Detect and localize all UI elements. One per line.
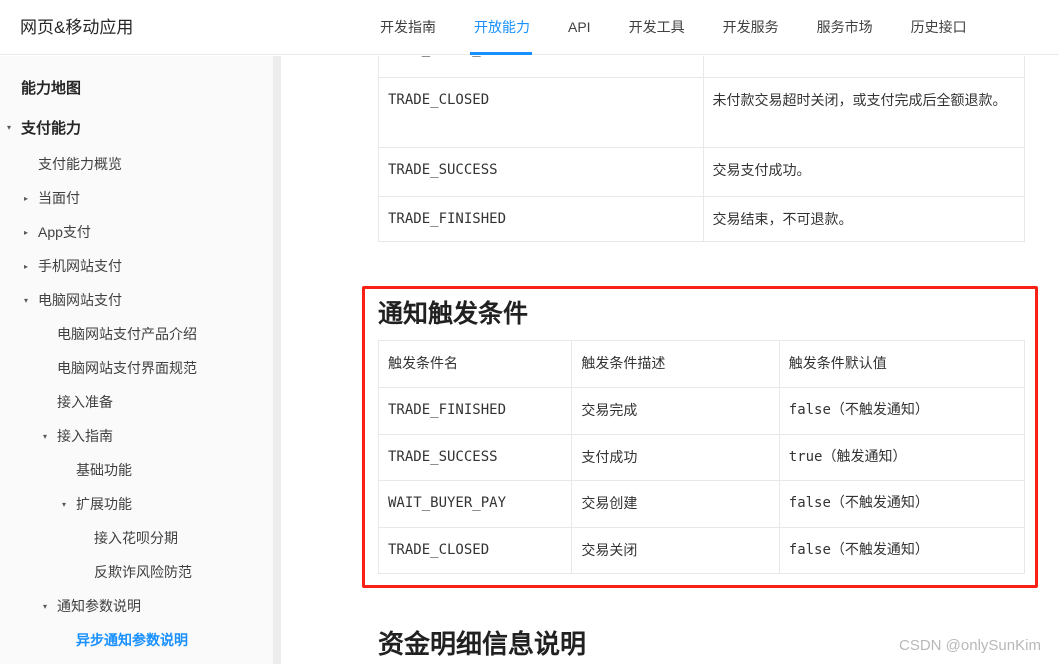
sidebar-scrollbar[interactable] <box>273 56 281 664</box>
trigger-default-cell: false（不触发通知） <box>788 402 929 418</box>
notify-trigger-table: 触发条件名 触发条件描述 触发条件默认值 TRADE_FINISHED 交易完成… <box>378 340 1025 574</box>
sidebar-item-access-guide[interactable]: ▾ 接入指南 <box>0 419 273 453</box>
trade-status-table: WAIT_BUYER_PAY 交易创建，等待买家付款。 TRADE_CLOSED… <box>378 56 1025 242</box>
table-row: WAIT_BUYER_PAY 交易创建 false（不触发通知） <box>379 481 1024 528</box>
sidebar-item-label: App支付 <box>38 224 91 240</box>
table-row: TRADE_CLOSED 交易关闭 false（不触发通知） <box>379 528 1024 574</box>
csdn-watermark: CSDN @onlySunKim <box>899 637 1041 654</box>
caret-right-icon: ▸ <box>24 227 29 237</box>
trigger-default-cell: false（不触发通知） <box>788 542 929 558</box>
nav-history-api[interactable]: 历史接口 <box>911 0 967 55</box>
column-header: 触发条件描述 <box>572 341 780 387</box>
trigger-name-cell: TRADE_CLOSED <box>379 528 573 573</box>
sidebar-item-pc-pay-ui-spec[interactable]: 电脑网站支付界面规范 <box>0 351 273 385</box>
caret-down-icon: ▾ <box>24 295 29 305</box>
caret-down-icon: ▾ <box>7 122 12 132</box>
nav-open-capability-label: 开放能力 <box>474 19 530 35</box>
sidebar-item-label: 反欺诈风险防范 <box>94 564 192 580</box>
sidebar-item-capability-map[interactable]: 能力地图 <box>0 67 273 107</box>
trigger-name-cell: TRADE_SUCCESS <box>379 435 573 480</box>
top-header: 网页&移动应用 开发指南 开放能力 API 开发工具 开发服务 服务市场 历史接… <box>0 0 1059 55</box>
table-row: TRADE_FINISHED 交易结束，不可退款。 <box>379 197 1024 242</box>
trigger-name-cell: TRADE_FINISHED <box>379 388 573 434</box>
status-desc-cell: 未付款交易超时关闭，或支付完成后全额退款。 <box>712 92 1007 108</box>
sidebar-item-notify-params[interactable]: ▾ 通知参数说明 <box>0 589 273 623</box>
trigger-default-cell: false（不触发通知） <box>788 495 929 511</box>
status-code-cell: WAIT_BUYER_PAY <box>379 56 704 77</box>
trigger-desc-cell: 交易创建 <box>572 481 780 527</box>
section-title-funds-detail: 资金明细信息说明 <box>378 629 587 659</box>
sidebar-item-label: 电脑网站支付界面规范 <box>57 360 197 376</box>
sidebar-item-mobile-web-pay[interactable]: ▸ 手机网站支付 <box>0 249 273 283</box>
trigger-desc-cell: 交易关闭 <box>572 528 780 573</box>
status-code: WAIT_BUYER_PAY <box>388 56 693 59</box>
sidebar-item-label: 支付能力 <box>21 119 82 137</box>
sidebar-item-label: 支付能力概览 <box>38 156 122 172</box>
nav-dev-tools[interactable]: 开发工具 <box>629 0 685 55</box>
trigger-name-cell: WAIT_BUYER_PAY <box>379 481 573 527</box>
table-row: TRADE_CLOSED 未付款交易超时关闭，或支付完成后全额退款。 <box>379 78 1024 148</box>
section-title-notify-trigger: 通知触发条件 <box>378 300 529 328</box>
trigger-desc-cell: 交易完成 <box>572 388 780 434</box>
trigger-desc-cell: 支付成功 <box>572 435 780 480</box>
status-desc-cell: 交易结束，不可退款。 <box>712 211 853 227</box>
sidebar-item-label: 接入准备 <box>57 394 113 410</box>
caret-right-icon: ▸ <box>24 193 29 203</box>
status-desc: 交易创建，等待买家付款。 <box>713 56 1015 59</box>
column-header: 触发条件名 <box>379 341 573 387</box>
column-header: 触发条件默认值 <box>788 355 887 371</box>
status-code-cell: TRADE_CLOSED <box>379 78 704 147</box>
sidebar-item-label: 扩展功能 <box>76 496 132 512</box>
sidebar-item-pc-pay-product-intro[interactable]: 电脑网站支付产品介绍 <box>0 317 273 351</box>
sidebar-item-label: 手机网站支付 <box>38 258 122 274</box>
sidebar-item-label: 接入指南 <box>57 428 113 444</box>
sidebar-item-app-pay[interactable]: ▸ App支付 <box>0 215 273 249</box>
sidebar-item-async-notify-params[interactable]: 异步通知参数说明 <box>0 623 273 657</box>
table-row: TRADE_SUCCESS 支付成功 true（触发通知） <box>379 435 1024 481</box>
nav-service-market[interactable]: 服务市场 <box>817 0 873 55</box>
sidebar-item-basic-features[interactable]: 基础功能 <box>0 453 273 487</box>
sidebar-nav: 能力地图 ▾ 支付能力 支付能力概览 ▸ 当面付 ▸ App支付 ▸ 手机网站支付 ▾ 电… <box>0 56 273 664</box>
sidebar-item-label: 基础功能 <box>76 462 132 478</box>
sidebar-item-huabei-installment[interactable]: 接入花呗分期 <box>0 521 273 555</box>
table-row-partial: WAIT_BUYER_PAY 交易创建，等待买家付款。 <box>379 56 1024 78</box>
caret-down-icon: ▾ <box>62 499 67 509</box>
table-row: TRADE_FINISHED 交易完成 false（不触发通知） <box>379 388 1024 435</box>
status-desc-cell: 交易创建，等待买家付款。 <box>704 56 1025 77</box>
status-desc-cell: 交易支付成功。 <box>712 162 811 178</box>
sidebar-item-label: 电脑网站支付产品介绍 <box>57 326 197 342</box>
status-code-cell: TRADE_SUCCESS <box>379 148 704 196</box>
sidebar-item-payment-capability[interactable]: ▾ 支付能力 <box>0 107 273 147</box>
top-nav: 开发指南 开放能力 API 开发工具 开发服务 服务市场 历史接口 <box>380 0 967 55</box>
sidebar-item-label: 电脑网站支付 <box>38 292 122 308</box>
sidebar-item-label: 通知参数说明 <box>57 598 141 614</box>
active-tab-underline <box>470 52 532 55</box>
trigger-default-cell: true（触发通知） <box>788 449 907 465</box>
sidebar-item-label: 接入花呗分期 <box>94 530 178 546</box>
caret-right-icon: ▸ <box>24 261 29 271</box>
sidebar-item-face-to-face-pay[interactable]: ▸ 当面付 <box>0 181 273 215</box>
sidebar-item-extended-features[interactable]: ▾ 扩展功能 <box>0 487 273 521</box>
app-title: 网页&移动应用 <box>20 18 134 37</box>
nav-api[interactable]: API <box>568 0 591 55</box>
sidebar-item-payment-overview[interactable]: 支付能力概览 <box>0 147 273 181</box>
status-code-cell: TRADE_FINISHED <box>379 197 704 241</box>
sidebar-item-label: 异步通知参数说明 <box>76 632 188 648</box>
sidebar-item-pc-web-pay[interactable]: ▾ 电脑网站支付 <box>0 283 273 317</box>
nav-dev-services[interactable]: 开发服务 <box>723 0 779 55</box>
sidebar-item-label: 当面付 <box>38 190 80 206</box>
caret-down-icon: ▾ <box>43 601 48 611</box>
sidebar-item-access-prep[interactable]: 接入准备 <box>0 385 273 419</box>
sidebar-item-label: 能力地图 <box>21 79 82 97</box>
table-header-row: 触发条件名 触发条件描述 触发条件默认值 <box>379 341 1024 388</box>
sidebar-item-anti-fraud[interactable]: 反欺诈风险防范 <box>0 555 273 589</box>
table-row: TRADE_SUCCESS 交易支付成功。 <box>379 148 1024 197</box>
caret-down-icon: ▾ <box>43 431 48 441</box>
nav-dev-guide[interactable]: 开发指南 <box>380 0 436 55</box>
nav-open-capability[interactable]: 开放能力 <box>470 0 532 55</box>
